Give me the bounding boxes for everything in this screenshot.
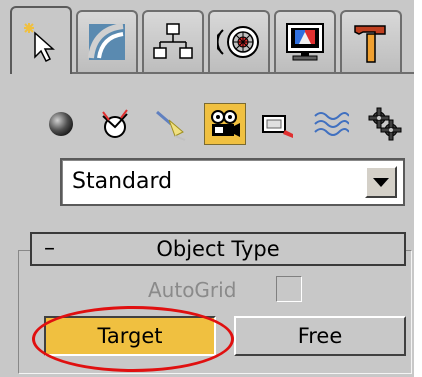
light-icon — [156, 110, 186, 141]
autogrid-checkbox[interactable] — [276, 276, 302, 302]
helper-tape-icon — [262, 115, 293, 138]
waves-icon — [314, 112, 349, 136]
subcategory-helpers[interactable] — [256, 103, 298, 145]
tab-utilities[interactable] — [340, 10, 402, 72]
tab-modify[interactable] — [76, 10, 138, 72]
subcategory-shapes[interactable] — [94, 103, 136, 145]
rollout-title: Object Type — [156, 237, 280, 261]
gears-icon — [368, 107, 402, 141]
create-subcategories — [40, 95, 420, 155]
command-panel: Standard – Object Type AutoGrid Target F… — [0, 0, 414, 377]
object-type-dropdown[interactable]: Standard — [60, 158, 405, 206]
free-camera-button[interactable]: Free — [234, 316, 406, 356]
tab-hierarchy[interactable] — [142, 10, 204, 72]
dropdown-value: Standard — [72, 169, 173, 194]
rollout-header[interactable]: – Object Type — [30, 232, 406, 266]
shapes-icon — [102, 109, 128, 138]
subcategory-cameras[interactable] — [204, 103, 246, 145]
hierarchy-icon — [153, 23, 193, 59]
display-monitor-icon — [286, 23, 324, 61]
target-camera-button[interactable]: Target — [44, 316, 216, 356]
hammer-icon — [354, 25, 386, 63]
motion-wheel-icon — [217, 26, 259, 58]
tab-display[interactable] — [274, 10, 336, 72]
create-arrow-icon — [24, 23, 55, 63]
chevron-down-icon — [373, 177, 389, 187]
command-panel-tabs — [10, 6, 414, 74]
subcategory-geometry[interactable] — [40, 103, 82, 145]
modify-curve-icon — [88, 23, 125, 60]
subcategory-space-warps[interactable] — [310, 103, 352, 145]
dropdown-arrow-button[interactable] — [365, 166, 397, 198]
object-type-rollout: – Object Type AutoGrid Target Free — [18, 232, 412, 374]
sphere-icon — [49, 112, 73, 136]
subcategory-lights[interactable] — [150, 103, 192, 145]
tab-create[interactable] — [10, 6, 72, 74]
autogrid-label: AutoGrid — [148, 278, 237, 302]
camera-icon — [211, 110, 240, 137]
tab-motion[interactable] — [208, 10, 270, 72]
subcategory-systems[interactable] — [364, 103, 406, 145]
